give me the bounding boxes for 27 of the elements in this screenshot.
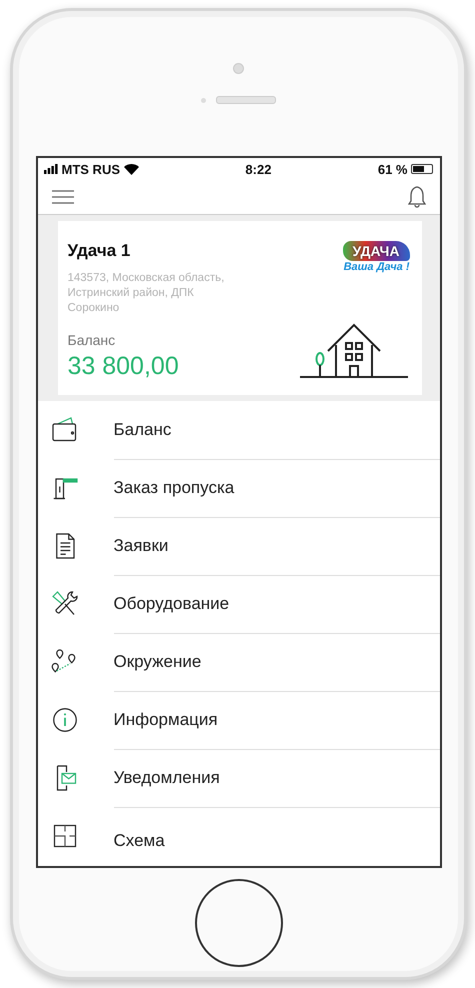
battery-icon: [411, 164, 434, 174]
sensor-dot: [201, 98, 206, 102]
battery-percent: 61 %: [378, 162, 408, 176]
menu-item[interactable]: Оборудование: [38, 575, 440, 633]
menu-item[interactable]: Заявки: [38, 517, 440, 575]
logo-slogan: Ваша Дача !: [344, 261, 410, 273]
account-title: Удача 1: [68, 241, 132, 261]
menu-item[interactable]: Информация: [38, 691, 440, 749]
menu-item[interactable]: Баланс: [38, 401, 440, 459]
logo-title: УДАЧА: [342, 241, 410, 261]
speaker-slot: [216, 96, 276, 104]
camera-dot: [233, 63, 244, 74]
menu-item[interactable]: Уведомления: [38, 749, 440, 807]
menu-item[interactable]: Заказ пропуска: [38, 459, 440, 517]
notification-bell-icon[interactable]: [408, 186, 426, 208]
balance-amount: 33 800,00: [68, 352, 180, 381]
balance-label: Баланс: [68, 332, 116, 348]
home-button[interactable]: [194, 878, 282, 966]
signal-icon: [44, 164, 58, 174]
carrier-name: MTS RUS: [62, 162, 120, 176]
menu-icon[interactable]: [52, 190, 74, 204]
menu-item[interactable]: Окружение: [38, 633, 440, 691]
wifi-icon: [124, 164, 139, 174]
account-card[interactable]: Удача 1 143573, Московская область, Истринский район, ДПК Сорокино Баланс 33 800,00 УДАЧА Ваша Дача !: [58, 221, 422, 395]
status-time: 8:22: [245, 162, 272, 176]
menu-item[interactable]: Схема: [38, 807, 440, 851]
account-address: 143573, Московская область, Истринский район, ДПК Сорокино: [68, 271, 226, 316]
